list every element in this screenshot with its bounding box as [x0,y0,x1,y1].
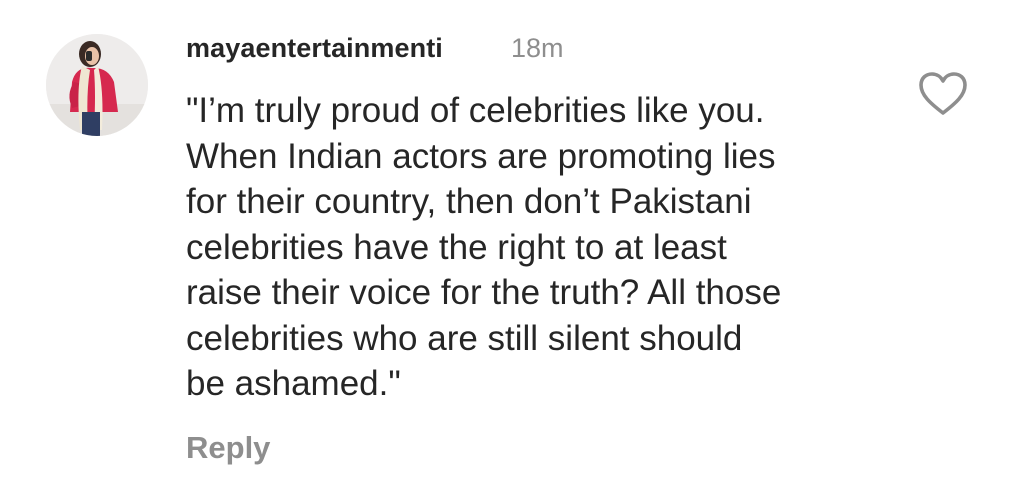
comment-text-line: be ashamed." [186,364,401,403]
comment-text-line: When Indian actors are promoting lies [186,136,776,176]
heart-outline-icon [919,72,967,115]
comment-text-line: for their country, then don’t Pakistani [186,182,752,221]
comment: mayaentertainmenti 18m "I’m truly proud … [0,0,1024,491]
comment-timestamp: 18m [511,33,564,63]
comment-text-line: celebrities have the right to at least [186,227,727,267]
avatar[interactable] [46,34,148,136]
comment-text-line: celebrities who are still silent should [186,318,743,358]
comment-username[interactable]: mayaentertainmenti [186,33,443,64]
comment-text-line: "I’m truly proud of celebrities like you… [186,91,765,130]
comment-text: "I’m truly proud of celebrities like you… [186,88,886,407]
comment-text-line: raise their voice for the truth? All tho… [186,273,782,312]
reply-button[interactable]: Reply [186,430,270,466]
avatar-photo-icon [46,34,148,136]
like-button[interactable] [918,71,968,117]
